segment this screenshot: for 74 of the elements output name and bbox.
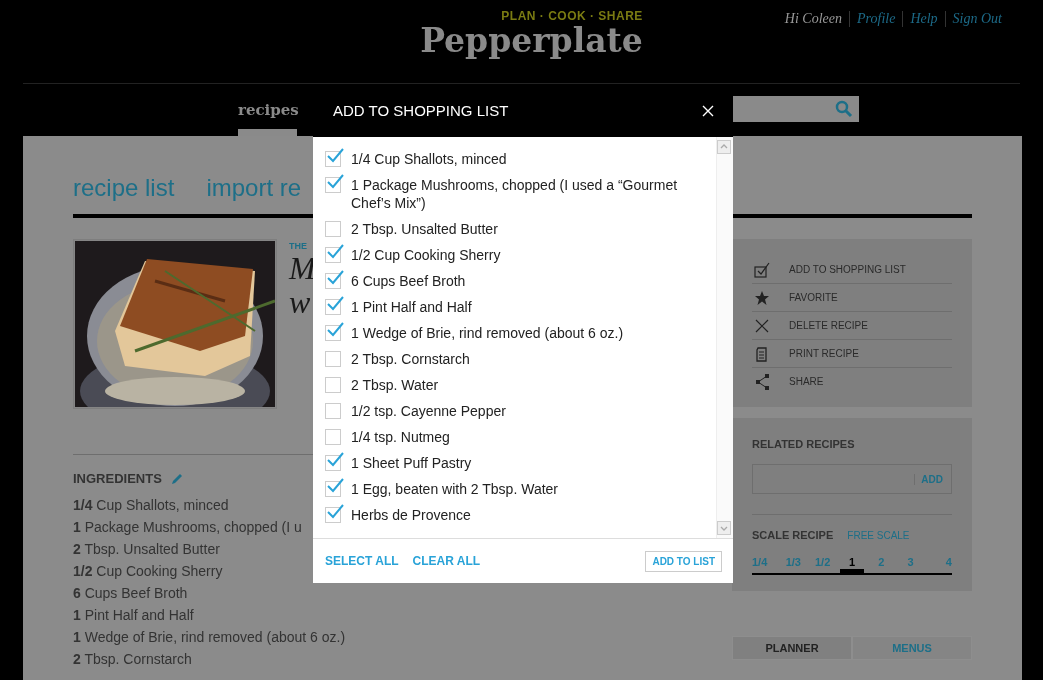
- scroll-down-icon: [717, 521, 731, 535]
- checkbox-list-icon: [754, 261, 770, 278]
- checkbox[interactable]: [325, 177, 341, 193]
- checkbox[interactable]: [325, 351, 341, 367]
- action-link[interactable]: ADD TO SHOPPING LIST: [789, 264, 906, 275]
- ingredient-line: 1/4 Cup Shallots, minced: [73, 496, 229, 515]
- item-label: 1/4 Cup Shallots, minced: [351, 150, 507, 168]
- recipe-source[interactable]: THE: [289, 241, 316, 251]
- greeting: Hi Coleen: [784, 11, 843, 27]
- checkbox[interactable]: [325, 429, 341, 445]
- ingredient-line: 6 Cups Beef Broth: [73, 584, 188, 603]
- item-label: 2 Tbsp. Unsalted Butter: [351, 220, 498, 238]
- item-label: 6 Cups Beef Broth: [351, 272, 466, 290]
- recipe-tab[interactable]: import re: [206, 174, 302, 214]
- search-icon: [835, 100, 853, 118]
- star-icon: [754, 289, 770, 306]
- recipe-title: w: [289, 285, 312, 319]
- checkbox[interactable]: [325, 273, 341, 289]
- item-label: 1/2 tsp. Cayenne Pepper: [351, 402, 506, 420]
- scroll-up-icon: [717, 140, 731, 154]
- checkbox[interactable]: [325, 507, 341, 523]
- checkbox[interactable]: [325, 299, 341, 315]
- item-label: 2 Tbsp. Water: [351, 376, 439, 394]
- checkbox[interactable]: [325, 377, 341, 393]
- search-field[interactable]: [733, 96, 859, 122]
- ingredient-line: 2 Tbsp. Cornstarch: [73, 650, 192, 669]
- logo[interactable]: Pepperplate: [420, 21, 643, 61]
- document-icon: [754, 345, 770, 362]
- item-label: 1 Egg, beaten with 2 Tbsp. Water: [351, 480, 558, 498]
- close-icon: [754, 317, 770, 334]
- header-link[interactable]: Sign Out: [944, 11, 1002, 27]
- header-link[interactable]: Help: [902, 11, 945, 27]
- ingredient-line: 1/2 Cup Cooking Sherry: [73, 562, 223, 581]
- checkbox[interactable]: [325, 247, 341, 263]
- item-label: Herbs de Provence: [351, 506, 471, 524]
- checkbox[interactable]: [325, 221, 341, 237]
- scrollbar[interactable]: [716, 137, 733, 538]
- select-all-link[interactable]: SELECT ALL: [325, 554, 399, 568]
- action-link[interactable]: PRINT RECIPE: [789, 348, 859, 359]
- checkbox[interactable]: [325, 325, 341, 341]
- action-link[interactable]: SHARE: [789, 376, 824, 387]
- item-label: 2 Tbsp. Cornstarch: [351, 350, 470, 368]
- dialog-title: ADD TO SHOPPING LIST: [333, 102, 509, 119]
- scale-option[interactable]: 1: [840, 550, 864, 573]
- checkbox[interactable]: [325, 481, 341, 497]
- panel-heading: RELATED RECIPES: [752, 438, 856, 450]
- item-label: 1 Sheet Puff Pastry: [351, 454, 472, 472]
- recipe-title: M: [289, 251, 316, 285]
- share-icon: [754, 373, 770, 390]
- pencil-icon: [169, 471, 184, 486]
- header-link[interactable]: Profile: [849, 11, 903, 27]
- recipe-tab[interactable]: recipe list: [73, 174, 175, 214]
- ingredient-line: 1 Wedge of Brie, rind removed (about 6 oz.): [73, 628, 346, 647]
- action-link[interactable]: DELETE RECIPE: [789, 320, 868, 331]
- item-label: 1 Wedge of Brie, rind removed (about 6 oz.): [351, 324, 624, 342]
- ingredient-line: 1 Pint Half and Half: [73, 606, 194, 625]
- close-icon: [702, 104, 714, 117]
- checkbox[interactable]: [325, 403, 341, 419]
- side-tab[interactable]: MENUS: [852, 636, 972, 660]
- item-label: 1/2 Cup Cooking Sherry: [351, 246, 501, 264]
- item-label: 1 Pint Half and Half: [351, 298, 472, 316]
- item-label: 1 Package Mushrooms, chopped (I used a “Gourmet Chef’s Mix”): [351, 176, 679, 212]
- ingredient-line: 1 Package Mushrooms, chopped (I u: [73, 518, 302, 537]
- checkbox[interactable]: [325, 151, 341, 167]
- ingredient-line: 2 Tbsp. Unsalted Butter: [73, 540, 220, 559]
- tagline: PLAN · COOK · SHARE: [501, 9, 643, 23]
- item-label: 1/4 tsp. Nutmeg: [351, 428, 450, 446]
- clear-all-link[interactable]: CLEAR ALL: [412, 554, 481, 568]
- action-link[interactable]: FAVORITE: [789, 292, 838, 303]
- checkbox[interactable]: [325, 455, 341, 471]
- panel-heading: SCALE RECIPE: [752, 529, 834, 541]
- ingredients-heading: INGREDIENTS: [73, 471, 162, 486]
- side-tab[interactable]: PLANNER: [732, 636, 852, 660]
- add-to-list-button[interactable]: ADD TO LIST: [645, 550, 722, 572]
